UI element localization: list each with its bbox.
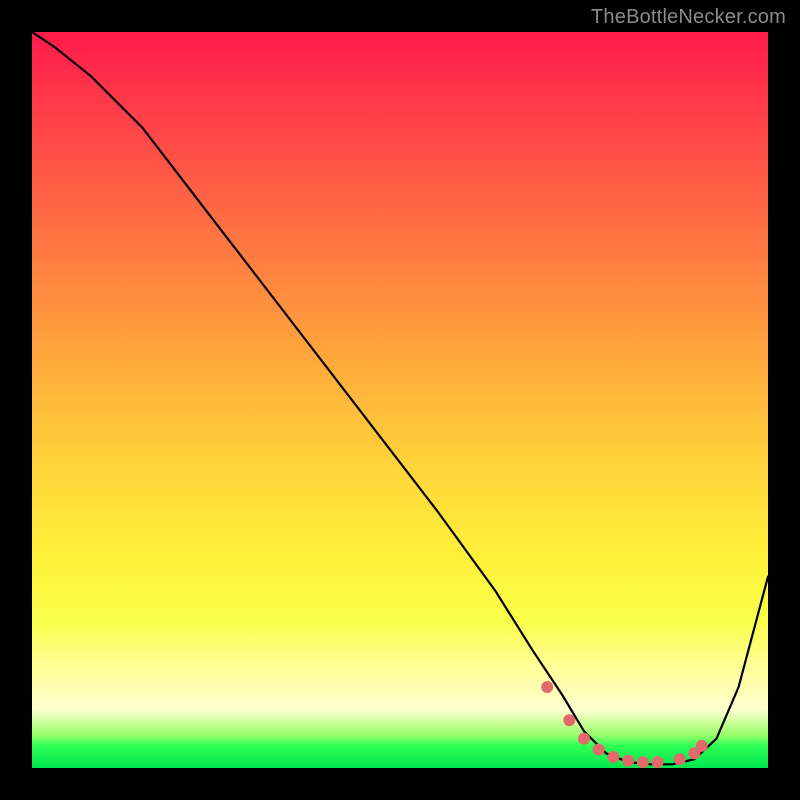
watermark-text: TheBottleNecker.com: [591, 6, 786, 29]
optimal-point-marker: [622, 755, 634, 767]
optimal-point-marker: [696, 740, 708, 752]
chart-stage: TheBottleNecker.com: [0, 0, 800, 800]
optimal-point-marker: [674, 753, 686, 765]
bottleneck-curve: [32, 32, 768, 764]
optimal-point-marker: [607, 751, 619, 763]
optimal-markers: [541, 681, 708, 768]
plot-area: [32, 32, 768, 768]
optimal-point-marker: [593, 744, 605, 756]
chart-svg: [32, 32, 768, 768]
optimal-point-marker: [652, 756, 664, 768]
optimal-point-marker: [563, 714, 575, 726]
optimal-point-marker: [541, 681, 553, 693]
optimal-point-marker: [578, 733, 590, 745]
optimal-point-marker: [637, 756, 649, 768]
